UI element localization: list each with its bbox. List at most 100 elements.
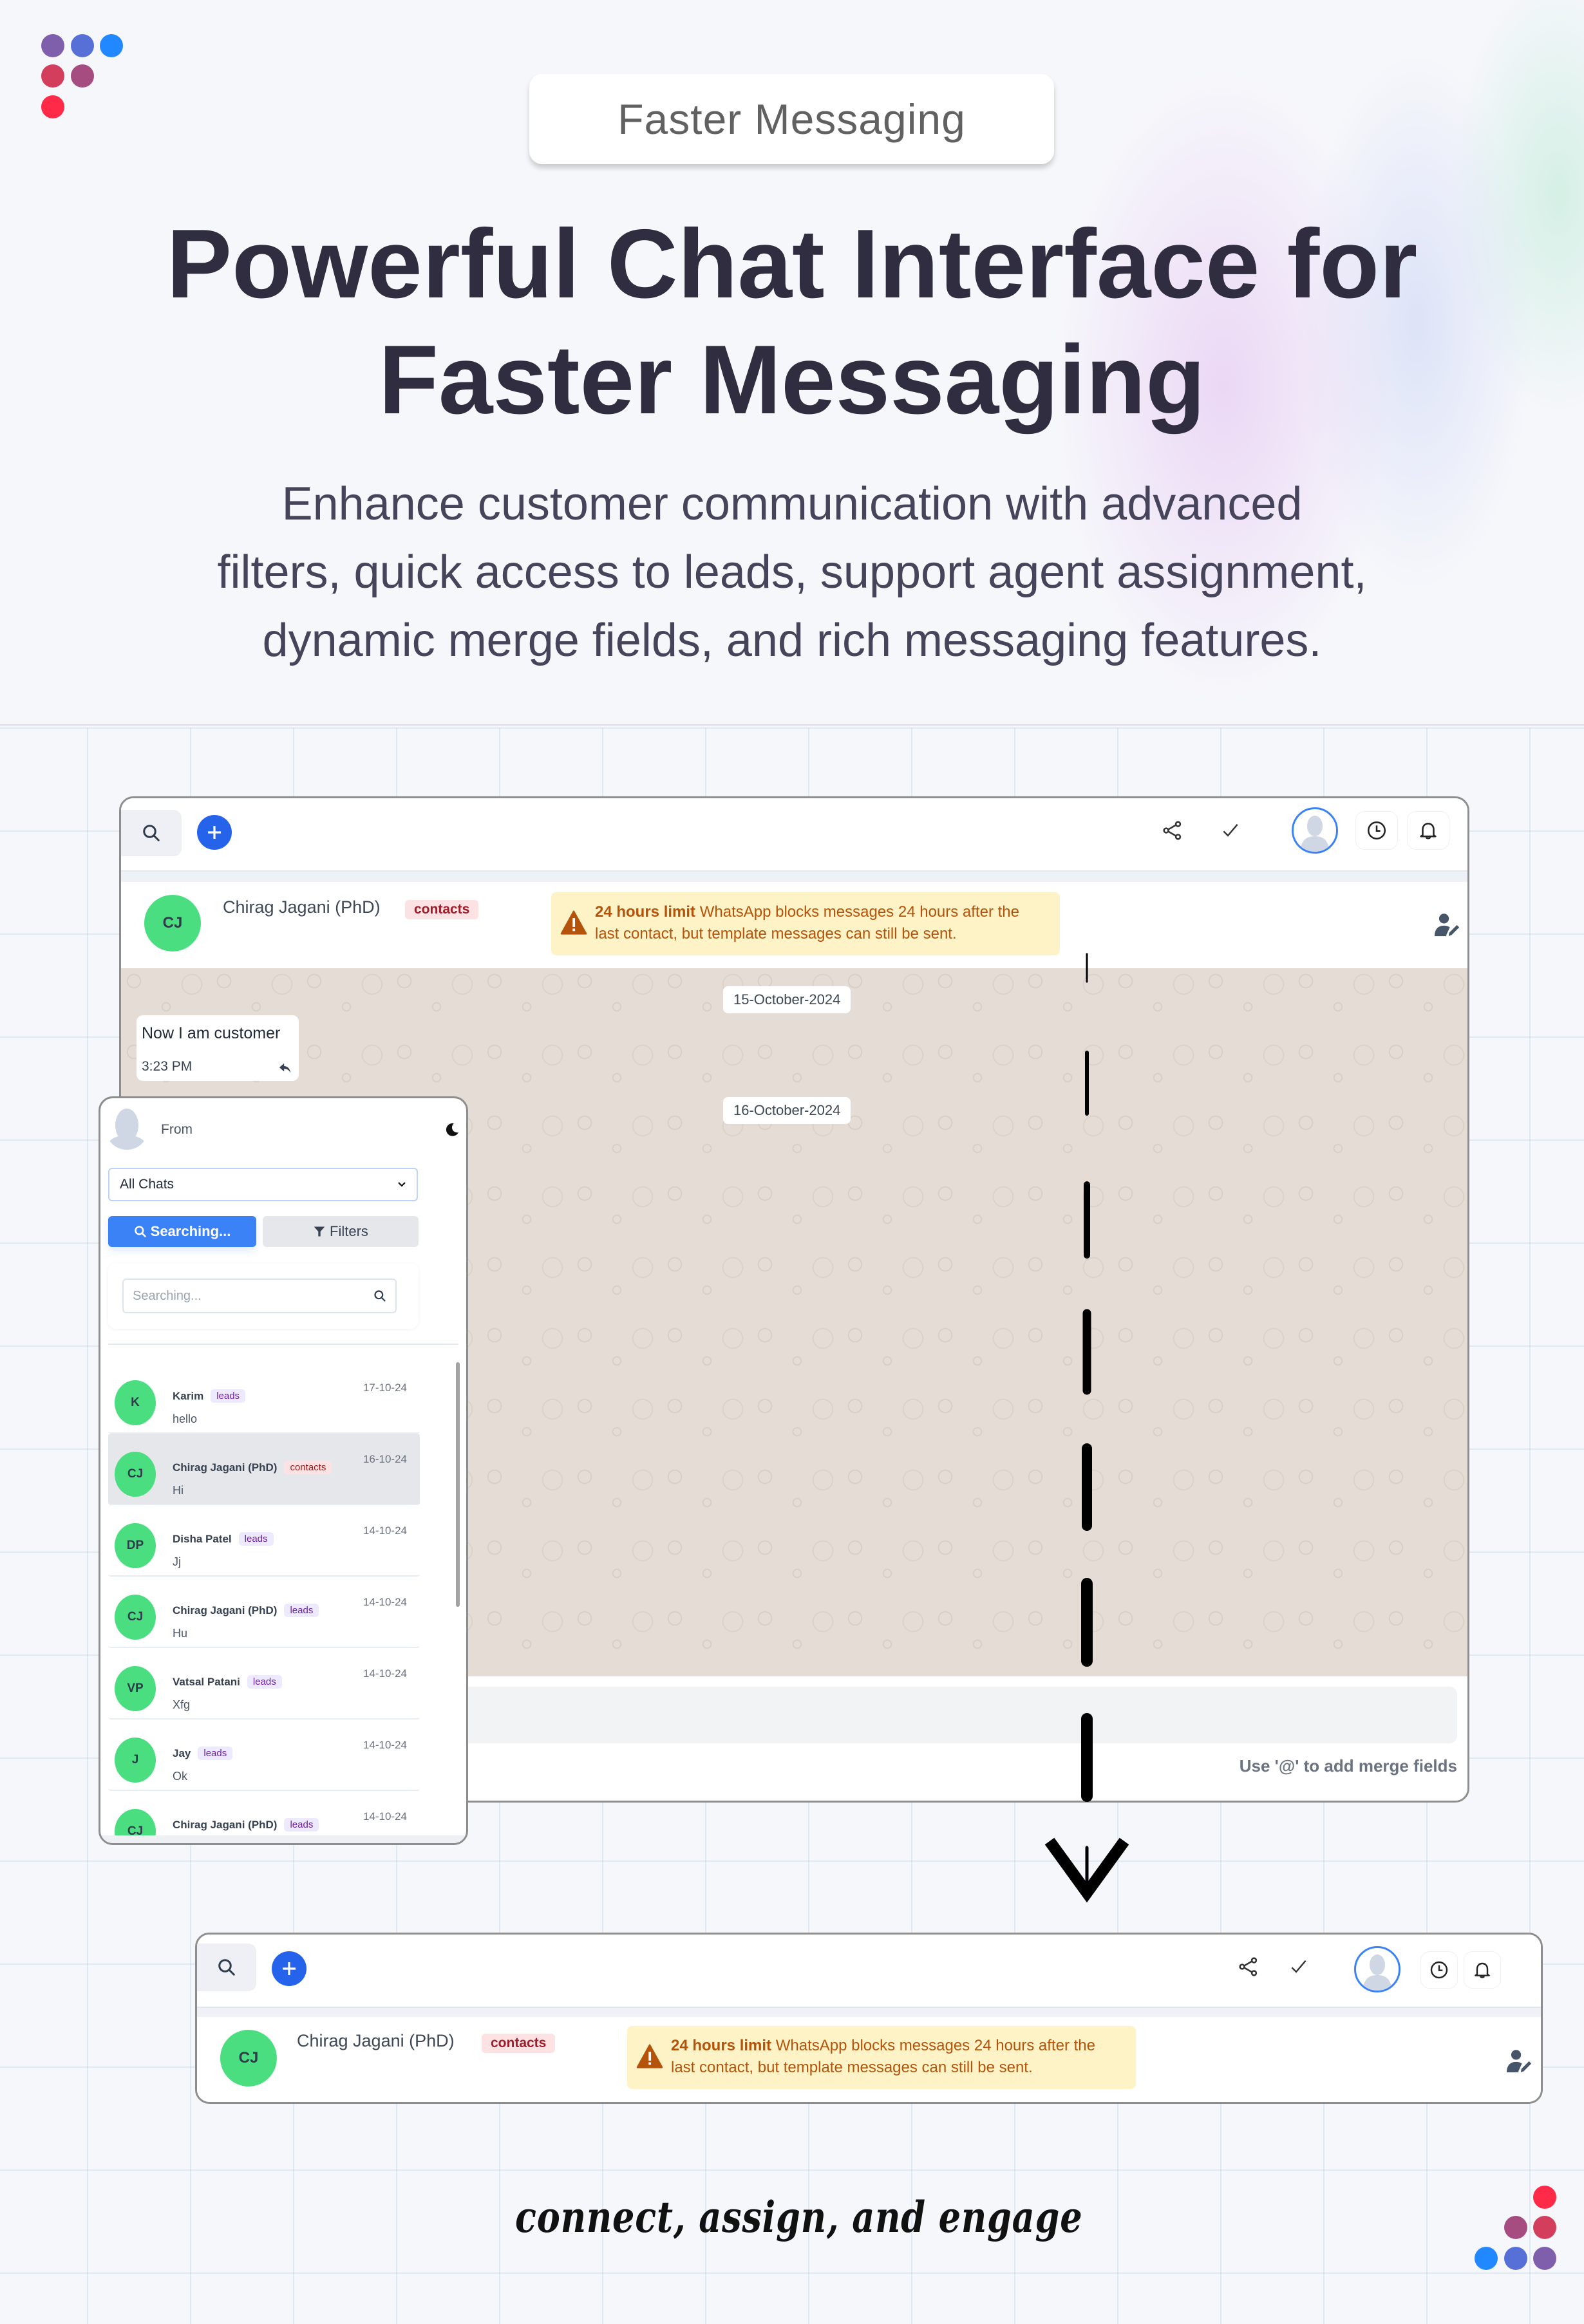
clock-icon (1430, 1961, 1448, 1979)
chat-type-badge: leads (238, 1532, 274, 1546)
add-button[interactable] (272, 1951, 306, 1986)
chat-search-input[interactable]: Searching... (122, 1279, 397, 1313)
page-headline: Powerful Chat Interface for Faster Messa… (0, 206, 1584, 438)
from-label: From (161, 1122, 193, 1137)
add-button[interactable] (197, 815, 232, 850)
history-button[interactable] (1420, 1951, 1458, 1989)
filters-tab[interactable]: Filters (263, 1216, 419, 1247)
merge-fields-hint: Use '@' to add merge fields (1239, 1756, 1457, 1776)
chat-last-message: Xfg (173, 1698, 191, 1711)
share-button[interactable] (1227, 1947, 1270, 1986)
incoming-message: Now I am customer 3:23 PM (137, 1015, 299, 1081)
check-icon (1223, 823, 1238, 837)
check-icon (1291, 1960, 1306, 1973)
resolve-button[interactable] (1209, 811, 1252, 850)
24h-limit-warning: 24 hours limit WhatsApp blocks messages … (551, 892, 1060, 955)
profile-avatar-button[interactable] (1292, 807, 1338, 854)
subtitle-line-3: dynamic merge fields, and rich messaging… (262, 615, 1322, 666)
section-pill: Faster Messaging (529, 74, 1054, 164)
chat-list-item[interactable]: VP Vatsal Patani leads Xfg 14-10-24 (108, 1648, 420, 1720)
history-button[interactable] (1355, 811, 1398, 850)
share-icon (1163, 821, 1182, 840)
flow-arrow (1044, 953, 1129, 1903)
chevron-down-icon (398, 1182, 406, 1187)
headline-line-1: Powerful Chat Interface for (166, 209, 1418, 319)
resolve-button[interactable] (1278, 1947, 1320, 1986)
chat-name: Jay (173, 1747, 191, 1759)
chat-avatar: VP (115, 1666, 156, 1711)
pill-label: Faster Messaging (618, 95, 966, 143)
reply-icon[interactable] (278, 1062, 292, 1074)
page-subtitle: Enhance customer communication with adva… (116, 470, 1468, 675)
chat-name-row: Chirag Jagani (PhD) leads (173, 1604, 319, 1617)
dark-mode-toggle-icon[interactable] (444, 1121, 460, 1138)
message-time: 3:23 PM (142, 1059, 193, 1074)
toolbar-divider (197, 2007, 1541, 2017)
contact-header: CJ Chirag Jagani (PhD) contacts 24 hours… (197, 2017, 1541, 2102)
contact-type-badge: contacts (482, 2034, 556, 2053)
chat-list-item[interactable]: DP Disha Patel leads Jj 14-10-24 (108, 1505, 420, 1577)
chat-last-message: Ok (173, 1770, 188, 1783)
warning-title: 24 hours limit (671, 2037, 772, 2054)
warning-icon (636, 2044, 663, 2068)
search-button[interactable] (121, 810, 182, 856)
chat-list-item[interactable]: J Jay leads Ok 14-10-24 (108, 1720, 420, 1791)
chat-list-panel: From All Chats Searching... Filters Sear… (99, 1096, 468, 1845)
chat-last-message: Jj (173, 1555, 181, 1568)
subtitle-line-2: filters, quick access to leads, support … (217, 547, 1367, 598)
chat-type-badge: contacts (284, 1461, 332, 1474)
chat-list-item[interactable]: CJ Chirag Jagani (PhD) contacts Hi 16-10-24 (108, 1434, 420, 1505)
notifications-button[interactable] (1464, 1951, 1501, 1989)
contact-header: CJ Chirag Jagani (PhD) contacts 24 hours… (121, 882, 1467, 968)
chat-name-row: Chirag Jagani (PhD) contacts (173, 1461, 332, 1474)
chat-type-badge: leads (284, 1818, 319, 1832)
plus-icon (283, 1962, 296, 1975)
contact-name[interactable]: Chirag Jagani (PhD) (297, 2031, 455, 2051)
chat-list-item[interactable]: CJ Chirag Jagani (PhD) leads Hu 14-10-24 (108, 1577, 420, 1648)
panel-bottom-strip (100, 1835, 466, 1843)
chat-avatar: J (115, 1738, 156, 1783)
chat-avatar: CJ (115, 1595, 156, 1640)
search-icon (218, 1959, 235, 1976)
chat-name: Chirag Jagani (PhD) (173, 1461, 278, 1474)
chat-name: Disha Patel (173, 1532, 232, 1545)
chat-date: 16-10-24 (363, 1453, 407, 1465)
brand-logo (41, 34, 125, 124)
list-divider (108, 1344, 458, 1345)
search-icon (374, 1290, 386, 1302)
chat-last-message: Hu (173, 1627, 188, 1640)
contact-name[interactable]: Chirag Jagani (PhD) (223, 897, 381, 917)
share-button[interactable] (1151, 811, 1194, 850)
warning-title: 24 hours limit (595, 903, 696, 921)
chat-date: 14-10-24 (363, 1667, 407, 1680)
search-tab[interactable]: Searching... (108, 1216, 256, 1247)
brand-logo (1475, 2186, 1558, 2276)
chat-name: Vatsal Patani (173, 1675, 240, 1688)
chat-name: Karim (173, 1389, 204, 1402)
contact-avatar: CJ (220, 2030, 277, 2086)
profile-avatar-button[interactable] (1354, 1946, 1400, 1992)
chat-name-row: Disha Patel leads (173, 1532, 274, 1546)
chat-avatar: DP (115, 1523, 156, 1568)
date-separator: 15-October-2024 (723, 986, 851, 1013)
toolbar-divider (121, 870, 1467, 882)
bell-icon (1420, 823, 1437, 839)
assign-agent-icon[interactable] (1433, 912, 1462, 937)
search-icon (143, 825, 160, 841)
warning-icon (560, 910, 587, 935)
user-avatar-icon (106, 1109, 148, 1150)
chat-name: Chirag Jagani (PhD) (173, 1604, 278, 1616)
section-divider (0, 724, 1584, 726)
notifications-button[interactable] (1407, 811, 1449, 850)
chat-filter-select[interactable]: All Chats (108, 1168, 418, 1201)
top-toolbar (121, 798, 1467, 870)
chat-type-badge: leads (247, 1675, 282, 1689)
chat-date: 14-10-24 (363, 1596, 407, 1608)
search-button[interactable] (197, 1944, 256, 1991)
assign-agent-icon[interactable] (1505, 2048, 1534, 2074)
chat-date: 17-10-24 (363, 1382, 407, 1394)
chat-list-item[interactable]: K Karim leads hello 17-10-24 (108, 1362, 420, 1434)
share-icon (1239, 1957, 1258, 1976)
chat-list-scrollbar[interactable] (456, 1362, 460, 1607)
plus-icon (208, 826, 221, 839)
